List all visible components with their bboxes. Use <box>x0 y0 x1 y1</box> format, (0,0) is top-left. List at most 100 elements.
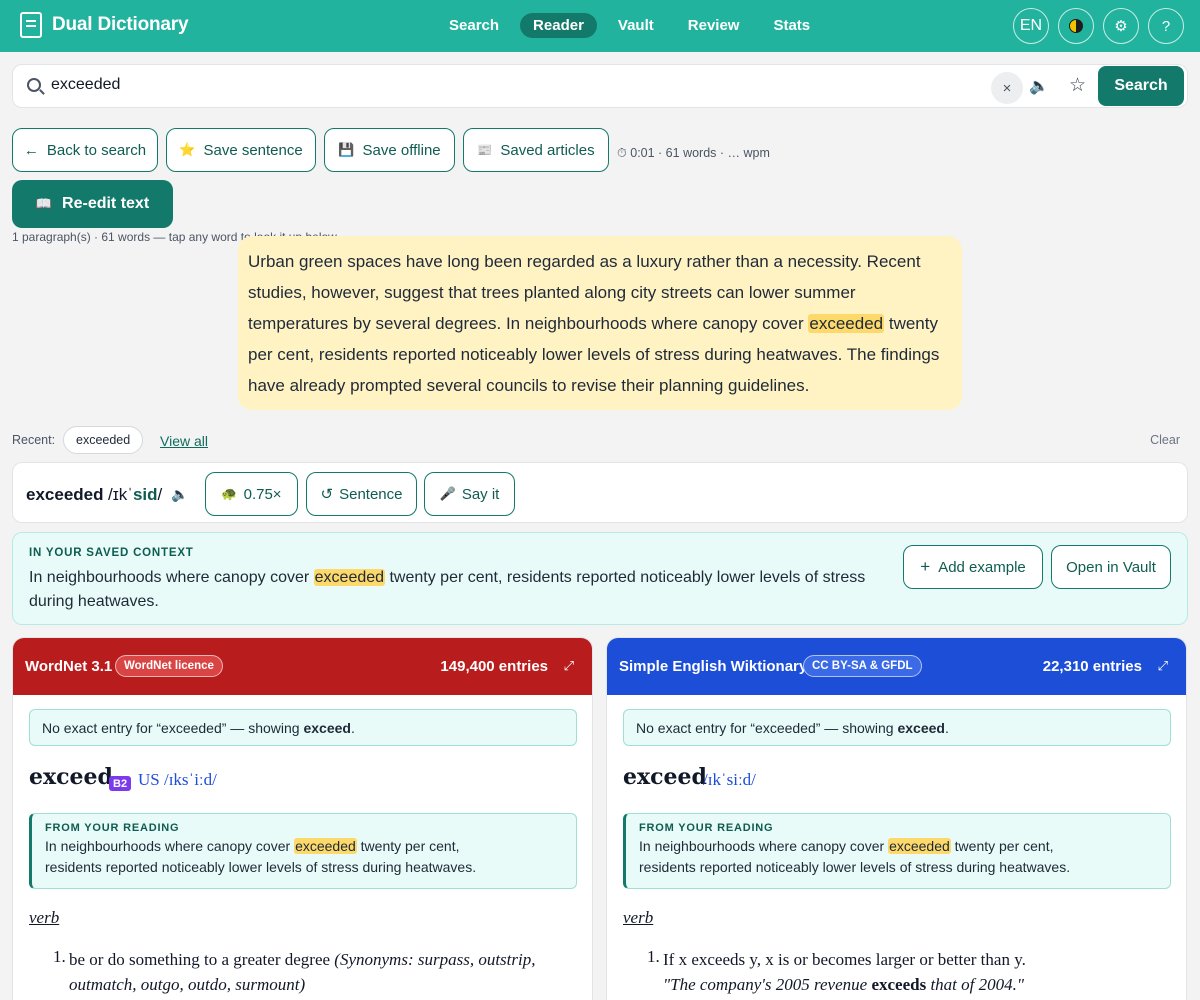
pane-title: Simple English Wiktionary <box>619 658 808 675</box>
part-of-speech: verb <box>623 908 654 927</box>
back-label: Back to search <box>46 141 147 159</box>
notice-text: No exact entry for “exceeded” — showing <box>636 720 898 736</box>
ipa-stress: sid <box>132 485 158 504</box>
expand-icon[interactable]: ⤢ <box>1158 658 1168 674</box>
speed-button[interactable]: 🐢 0.75× <box>205 472 298 516</box>
nav-reader[interactable]: Reader <box>520 13 597 38</box>
passage-highlighted-word[interactable]: exceeded <box>808 314 885 333</box>
reading-text: In neighbourhoods where canopy cover exc… <box>639 836 1089 878</box>
back-to-search-button[interactable]: ← Back to search <box>12 128 158 172</box>
no-exact-entry-notice: No exact entry for “exceeded” — showing … <box>623 709 1171 746</box>
re-edit-text-button[interactable]: 📖 Re-edit text <box>12 180 173 228</box>
expand-icon[interactable]: ⤢ <box>564 658 574 674</box>
clear-search-button[interactable]: × <box>991 72 1023 104</box>
saved-articles-button[interactable]: 📰 Saved articles <box>463 128 609 172</box>
dictionary-headword: exceed <box>29 764 113 790</box>
say-it-label: Say it <box>461 485 500 503</box>
save-offline-label: Save offline <box>362 141 441 159</box>
context-text-before: In neighbourhoods where canopy cover <box>29 569 314 586</box>
pane-header: Simple English Wiktionary CC BY-SA & GFD… <box>607 638 1186 695</box>
word-headword: exceeded <box>26 485 104 504</box>
star-icon[interactable]: ☆ <box>1069 74 1086 97</box>
main-nav: Search Reader Vault Review Stats <box>436 13 823 38</box>
save-sentence-button[interactable]: ⭐ Save sentence <box>166 128 316 172</box>
theme-icon <box>1069 19 1083 33</box>
open-in-vault-button[interactable]: Open in Vault <box>1051 545 1171 589</box>
reading-label: FROM YOUR READING <box>639 822 774 834</box>
reading-label: FROM YOUR READING <box>45 822 180 834</box>
speaker-icon[interactable]: 🔈 <box>171 486 188 503</box>
floppy-icon: 💾 <box>338 142 355 157</box>
word-ipa: /ɪkˈsid/ <box>108 485 162 505</box>
notice-word: exceed <box>303 720 351 736</box>
search-icon <box>27 78 41 92</box>
context-highlighted-word: exceeded <box>313 569 386 586</box>
sentence-label: Sentence <box>339 485 403 503</box>
ipa-start: /ɪkˈ <box>108 485 133 504</box>
from-your-reading: FROM YOUR READING In neighbourhoods wher… <box>623 813 1171 889</box>
speaker-icon[interactable]: 🔈 <box>1029 76 1049 96</box>
app-title: Dual Dictionary <box>52 14 189 35</box>
say-it-button[interactable]: 🎤 Say it <box>424 472 515 516</box>
word-card: exceeded /ɪkˈsid/ 🔈 🐢 0.75× ↺ Sentence 🎤 Sa… <box>12 462 1188 523</box>
language-button[interactable]: EN <box>1013 8 1049 44</box>
example-word: exceeds <box>871 975 927 994</box>
speed-label: 0.75× <box>243 485 282 503</box>
wiktionary-pane: Simple English Wiktionary CC BY-SA & GFD… <box>606 637 1187 1000</box>
wordnet-pane: WordNet 3.1 WordNet licence 149,400 entr… <box>12 637 593 1000</box>
reading-text-before: In neighbourhoods where canopy cover <box>45 838 295 854</box>
definition: be or do something to a greater degree (… <box>69 947 569 997</box>
nav-review[interactable]: Review <box>675 13 753 38</box>
sentence-button[interactable]: ↺ Sentence <box>306 472 417 516</box>
top-actions: EN ⚙ ? <box>1013 8 1184 44</box>
notice-end: . <box>350 720 355 736</box>
microphone-icon: 🎤 <box>439 486 456 501</box>
dictionary-headword: exceed <box>623 764 707 790</box>
ipa-end: / <box>157 485 163 504</box>
book-icon <box>20 12 42 38</box>
recent-label: Recent: <box>12 433 56 447</box>
settings-button[interactable]: ⚙ <box>1103 8 1139 44</box>
entries-count: 149,400 entries <box>440 658 548 675</box>
newspaper-icon: 📰 <box>477 143 493 157</box>
save-offline-button[interactable]: 💾 Save offline <box>324 128 455 172</box>
help-icon: ? <box>1161 17 1171 35</box>
definition-text: be or do something to a greater degree <box>69 950 335 969</box>
licence-badge[interactable]: WordNet licence <box>115 655 223 677</box>
save-sentence-label: Save sentence <box>203 141 303 159</box>
nav-vault[interactable]: Vault <box>605 13 667 38</box>
clock-icon: ⏱ <box>617 146 627 160</box>
notice-word: exceed <box>897 720 945 736</box>
definition-number: 1. <box>53 947 66 966</box>
view-all-link[interactable]: View all <box>160 433 208 449</box>
star-icon: ⭐ <box>179 142 196 157</box>
add-example-button[interactable]: + Add example <box>903 545 1043 589</box>
notice-text: No exact entry for “exceeded” — showing <box>42 720 304 736</box>
reading-highlighted-word: exceeded <box>888 838 951 854</box>
nav-stats[interactable]: Stats <box>760 13 823 38</box>
turtle-icon: 🐢 <box>221 486 238 501</box>
top-bar: Dual Dictionary Search Reader Vault Revi… <box>0 0 1200 52</box>
reading-passage[interactable]: Urban green spaces have long been regard… <box>238 236 962 410</box>
pronunciation[interactable]: /ɪkˈsiːd/ <box>703 770 756 790</box>
context-label: IN YOUR SAVED CONTEXT <box>29 547 194 559</box>
open-vault-label: Open in Vault <box>1066 558 1156 576</box>
brand[interactable]: Dual Dictionary <box>20 12 189 38</box>
recent-chip[interactable]: exceeded <box>63 426 144 454</box>
reading-text: In neighbourhoods where canopy cover exc… <box>45 836 495 878</box>
part-of-speech: verb <box>29 908 60 927</box>
from-your-reading: FROM YOUR READING In neighbourhoods wher… <box>29 813 577 889</box>
nav-search[interactable]: Search <box>436 13 512 38</box>
notice-end: . <box>944 720 949 736</box>
pronunciation[interactable]: US /ɪksˈiːd/ <box>138 770 217 790</box>
arrow-left-icon: ← <box>23 141 39 159</box>
cefr-level-badge: B2 <box>109 776 132 791</box>
clear-recent-link[interactable]: Clear <box>1150 433 1180 447</box>
help-button[interactable]: ? <box>1148 8 1184 44</box>
theme-toggle[interactable] <box>1058 8 1094 44</box>
search-input[interactable] <box>51 76 951 94</box>
no-exact-entry-notice: No exact entry for “exceeded” — showing … <box>29 709 577 746</box>
search-button[interactable]: Search <box>1098 66 1184 106</box>
plus-icon: + <box>920 557 931 576</box>
licence-badge[interactable]: CC BY-SA & GFDL <box>803 655 922 677</box>
